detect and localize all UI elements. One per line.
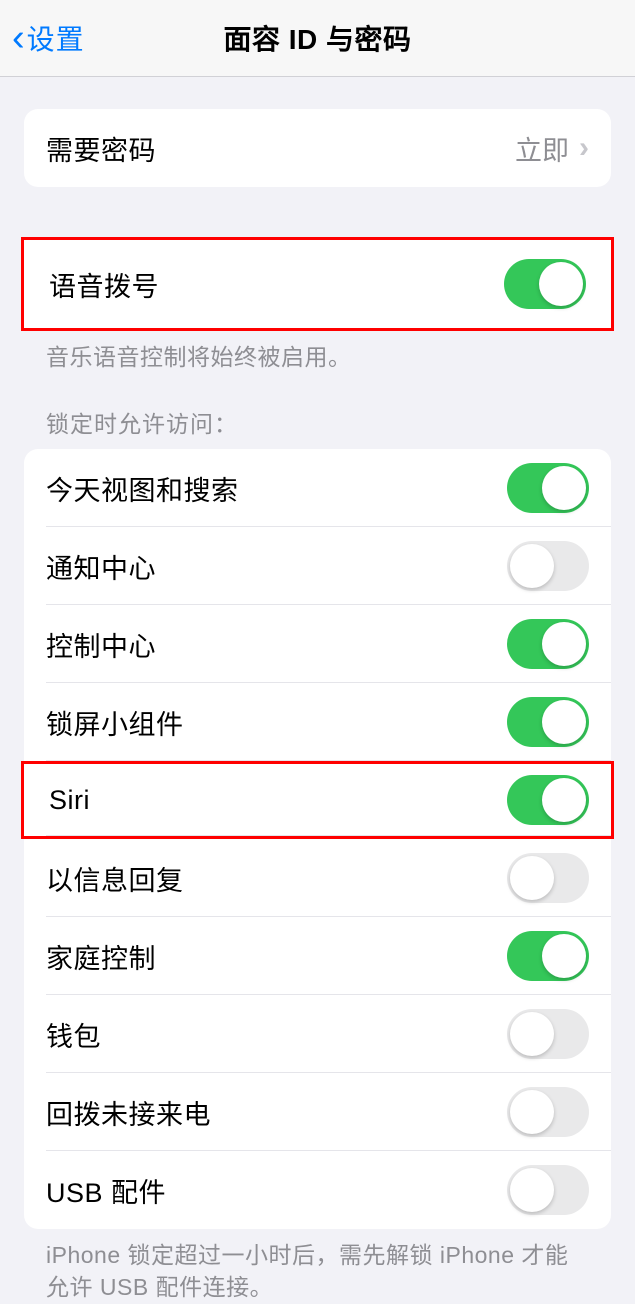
allow-row: 以信息回复 bbox=[24, 839, 611, 917]
allow-row: 钱包 bbox=[24, 995, 611, 1073]
allow-row: 锁屏小组件 bbox=[24, 683, 611, 761]
allow-row-label: Siri bbox=[46, 785, 90, 816]
allow-row: Siri bbox=[21, 761, 614, 839]
allow-row-label: 以信息回复 bbox=[46, 859, 184, 898]
allow-row-toggle[interactable] bbox=[507, 1165, 589, 1215]
require-passcode-group: 需要密码 立即 › bbox=[24, 109, 611, 187]
allow-row-toggle[interactable] bbox=[507, 853, 589, 903]
allow-row-toggle[interactable] bbox=[507, 1009, 589, 1059]
navigation-bar: ‹ 设置 面容 ID 与密码 bbox=[0, 0, 635, 77]
chevron-left-icon: ‹ bbox=[12, 19, 25, 57]
require-passcode-value: 立即 bbox=[515, 129, 569, 168]
allow-row-label: 家庭控制 bbox=[46, 937, 156, 976]
voice-dial-footer: 音乐语音控制将始终被启用。 bbox=[0, 331, 635, 373]
allow-access-list: 今天视图和搜索通知中心控制中心锁屏小组件 Siri 以信息回复家庭控制钱包回拨未接来… bbox=[24, 449, 611, 1229]
allow-access-footer: iPhone 锁定超过一小时后，需先解锁 iPhone 才能允许 USB 配件连… bbox=[0, 1229, 635, 1303]
allow-row-label: 控制中心 bbox=[46, 625, 156, 664]
allow-row: 回拨未接来电 bbox=[24, 1073, 611, 1151]
allow-row-label: 通知中心 bbox=[46, 547, 156, 586]
allow-row-toggle[interactable] bbox=[507, 697, 589, 747]
allow-row: 通知中心 bbox=[24, 527, 611, 605]
allow-row: 今天视图和搜索 bbox=[24, 449, 611, 527]
allow-row-label: USB 配件 bbox=[46, 1171, 166, 1210]
chevron-right-icon: › bbox=[579, 131, 589, 165]
allow-row: USB 配件 bbox=[24, 1151, 611, 1229]
allow-row-toggle[interactable] bbox=[507, 931, 589, 981]
back-label: 设置 bbox=[27, 18, 85, 58]
allow-row-label: 锁屏小组件 bbox=[46, 703, 184, 742]
allow-row-toggle[interactable] bbox=[507, 775, 589, 825]
voice-dial-highlight: 语音拨号 bbox=[21, 237, 614, 331]
allow-row-toggle[interactable] bbox=[507, 541, 589, 591]
allow-row-label: 钱包 bbox=[46, 1015, 101, 1054]
require-passcode-label: 需要密码 bbox=[46, 129, 156, 168]
voice-dial-toggle[interactable] bbox=[504, 259, 586, 309]
back-button[interactable]: ‹ 设置 bbox=[12, 18, 85, 58]
allow-row: 控制中心 bbox=[24, 605, 611, 683]
allow-row-label: 今天视图和搜索 bbox=[46, 469, 239, 508]
voice-dial-label: 语音拨号 bbox=[49, 265, 159, 304]
allow-row-toggle[interactable] bbox=[507, 463, 589, 513]
allow-access-header: 锁定时允许访问： bbox=[0, 405, 635, 449]
allow-row-label: 回拨未接来电 bbox=[46, 1093, 211, 1132]
require-passcode-row[interactable]: 需要密码 立即 › bbox=[24, 109, 611, 187]
allow-row-toggle[interactable] bbox=[507, 619, 589, 669]
voice-dial-row: 语音拨号 bbox=[24, 240, 611, 328]
allow-row: 家庭控制 bbox=[24, 917, 611, 995]
allow-row-toggle[interactable] bbox=[507, 1087, 589, 1137]
page-title: 面容 ID 与密码 bbox=[223, 18, 411, 58]
